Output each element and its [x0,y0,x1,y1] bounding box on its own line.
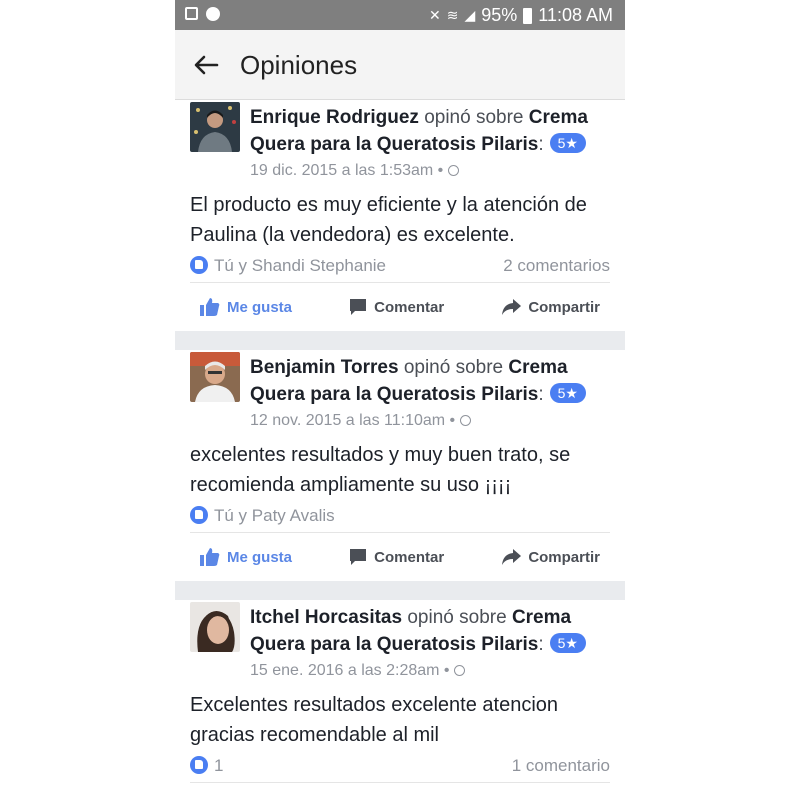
avatar[interactable] [190,102,240,152]
comment-button[interactable]: Comentar [349,548,444,566]
like-badge-icon [190,756,208,774]
reviews-feed[interactable]: Enrique Rodriguez opinó sobre Crema Quer… [175,100,625,783]
signal-icon: ◢ [464,7,476,23]
post-separator [175,331,625,350]
rating-badge: 5★ [549,633,586,653]
likes-summary[interactable]: 1 [190,756,223,776]
thumbs-up-icon [200,548,220,566]
action-bar: Me gusta Comentar Compartir [190,283,610,331]
likes-text: Tú y Shandi Stephanie [214,256,387,275]
comment-icon [350,299,367,315]
share-arrow-icon [502,299,522,315]
gallery-notification-icon [185,7,198,20]
comment-icon [350,549,367,565]
status-bar: ✕ ≋ ◢ 95% 11:08 AM [175,0,625,30]
like-label: Me gusta [227,548,293,566]
like-button[interactable]: Me gusta [200,548,292,566]
timestamp[interactable]: 15 ene. 2016 a las 2:28am [250,662,439,679]
likes-text: 1 [214,756,224,775]
back-arrow-icon[interactable] [191,50,221,80]
verb-text: opinó sobre [424,107,524,128]
like-button[interactable]: Me gusta [200,298,292,316]
page-title: Opiniones [240,50,358,80]
comment-label: Comentar [374,548,445,566]
reactions-row: Tú y Paty Avalis [190,500,610,533]
reactions-row: 1 1 comentario [190,750,610,783]
avatar[interactable] [190,352,240,402]
rating-badge: 5★ [549,383,586,403]
likes-summary[interactable]: Tú y Shandi Stephanie [190,256,386,276]
globe-icon [459,415,471,426]
author-name[interactable]: Enrique Rodriguez [250,107,419,128]
messenger-notification-icon [206,7,220,21]
verb-text: opinó sobre [403,357,504,378]
review-text: Excelentes resultados excelente atencion… [190,694,559,746]
review-text: El producto es muy eficiente y la atenci… [190,194,587,246]
share-label: Compartir [528,298,600,316]
comment-button[interactable]: Comentar [349,298,444,316]
review-card: Enrique Rodriguez opinó sobre Crema Quer… [175,100,625,331]
review-text: excelentes resultados y muy buen trato, … [190,444,571,496]
globe-icon [447,165,459,176]
app-bar: Opiniones [175,30,625,100]
verb-text: opinó sobre [407,607,507,628]
battery-percent: 95% [481,5,518,25]
reactions-row: Tú y Shandi Stephanie 2 comentarios [190,250,610,283]
post-separator [175,581,625,600]
like-label: Me gusta [227,298,293,316]
globe-icon [453,665,465,676]
avatar[interactable] [190,602,240,652]
clock: 11:08 AM [538,5,613,25]
share-arrow-icon [502,549,522,565]
likes-summary[interactable]: Tú y Paty Avalis [190,506,335,526]
wifi-icon: ≋ [446,7,459,23]
likes-text: Tú y Paty Avalis [214,506,335,525]
author-name[interactable]: Benjamin Torres [250,357,399,378]
author-name[interactable]: Itchel Horcasitas [250,607,402,628]
like-badge-icon [190,256,208,274]
battery-icon [523,7,533,24]
timestamp[interactable]: 12 nov. 2015 a las 11:10am [250,412,445,429]
share-button[interactable]: Compartir [501,298,600,316]
comments-count[interactable]: 1 comentario [512,756,610,776]
mute-icon: ✕ [429,7,441,23]
like-badge-icon [190,506,208,524]
rating-badge: 5★ [549,133,586,153]
comments-count[interactable]: 2 comentarios [503,256,610,276]
share-button[interactable]: Compartir [501,548,600,566]
comment-label: Comentar [374,298,445,316]
share-label: Compartir [528,548,600,566]
timestamp[interactable]: 19 dic. 2015 a las 1:53am [250,162,433,179]
phone-screen: ✕ ≋ ◢ 95% 11:08 AM Opiniones Enrique Rod… [175,0,625,800]
review-card: Itchel Horcasitas opinó sobre Crema Quer… [175,600,625,783]
review-card: Benjamin Torres opinó sobre Crema Quera … [175,350,625,581]
thumbs-up-icon [200,298,220,316]
action-bar: Me gusta Comentar Compartir [190,533,610,581]
